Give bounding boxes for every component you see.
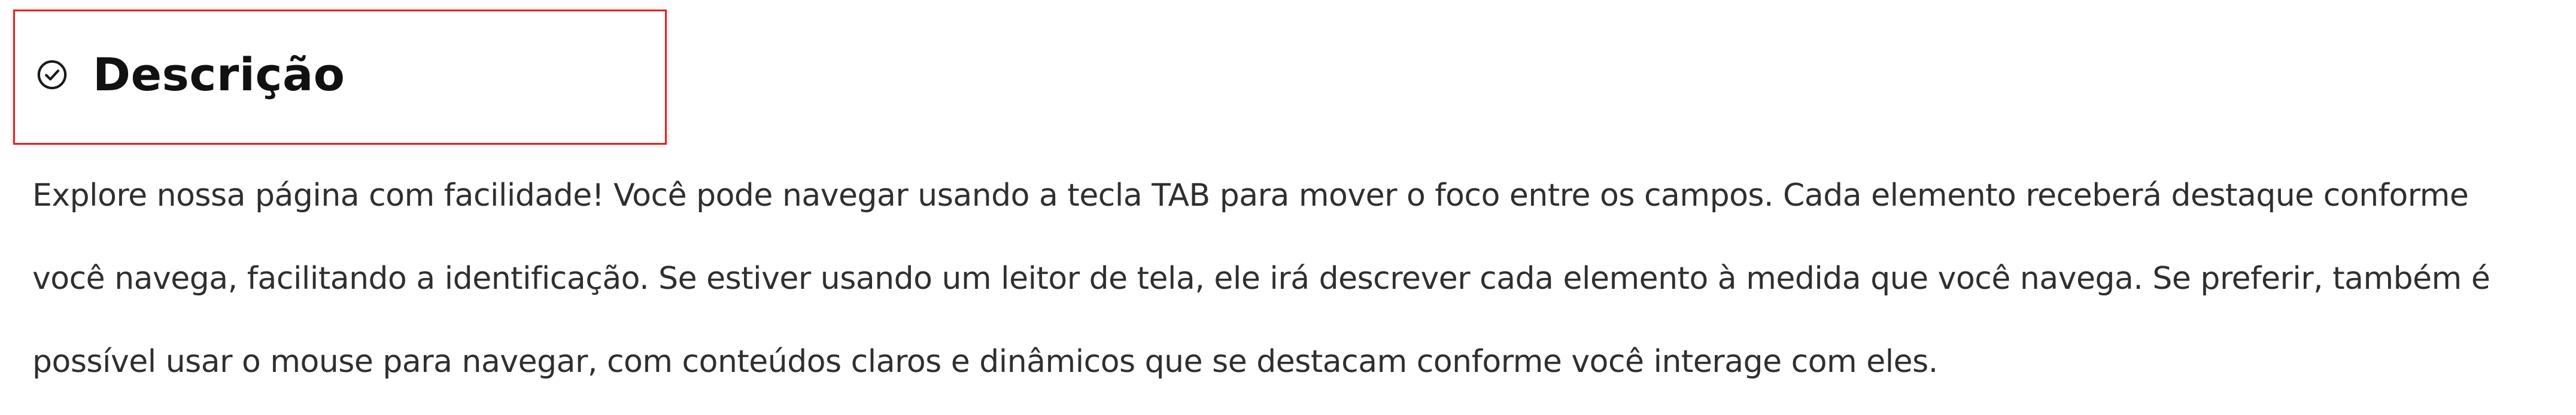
description-paragraph: Explore nossa página com facilidade! Voc…: [32, 178, 2490, 380]
section-title: Descrição: [93, 47, 345, 101]
check-circle-icon: [35, 58, 69, 91]
description-header-focused[interactable]: Descrição: [13, 10, 667, 145]
